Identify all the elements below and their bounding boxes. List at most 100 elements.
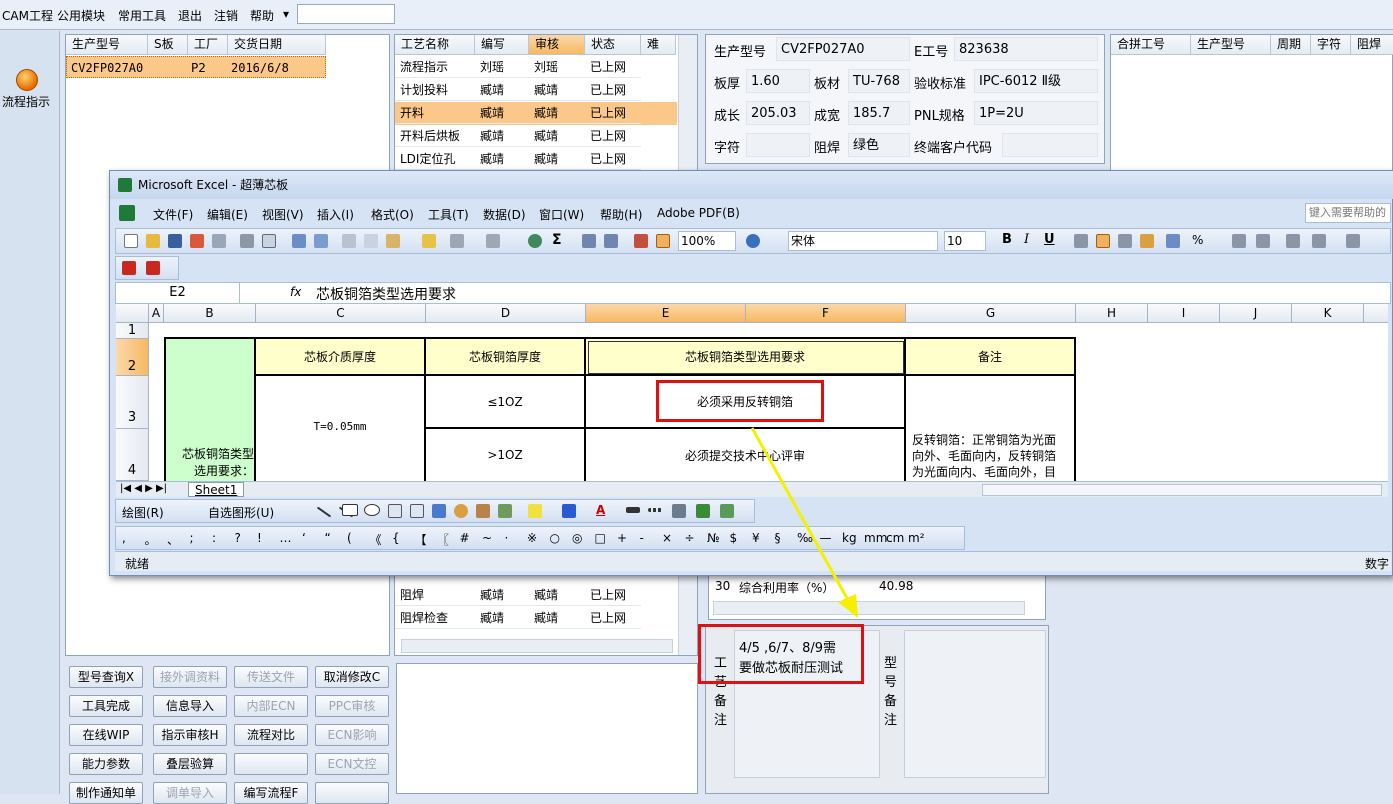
clipart-icon[interactable]: [476, 504, 490, 518]
symbol-button[interactable]: (: [347, 531, 352, 545]
char-field[interactable]: [746, 133, 810, 157]
symbol-button[interactable]: kg: [842, 531, 857, 545]
cell-c2[interactable]: 芯板介质厚度: [256, 339, 426, 376]
cell-c3[interactable]: T=0.05mm: [256, 376, 426, 481]
xl-menu-tools[interactable]: 工具(T): [428, 206, 469, 223]
e-field[interactable]: 823638: [954, 37, 1098, 61]
xl-menu-file[interactable]: 文件(F): [153, 206, 193, 223]
format-painter-icon[interactable]: [422, 234, 436, 248]
btn-ecn-impact[interactable]: ECN影响: [315, 724, 389, 746]
borders-icon[interactable]: [1346, 234, 1360, 248]
symbol-button[interactable]: 。: [145, 531, 157, 548]
symbol-button[interactable]: ¥: [752, 531, 760, 545]
xl-menu-format[interactable]: 格式(O): [371, 206, 414, 223]
cell-d3[interactable]: ≤1OZ: [426, 376, 586, 429]
symbol-button[interactable]: #: [460, 531, 470, 545]
symbol-button[interactable]: ;: [190, 531, 194, 545]
menu-public[interactable]: 公用模块: [57, 7, 105, 24]
symbol-button[interactable]: ◎: [572, 531, 582, 545]
draw-menu[interactable]: 绘图(R): [122, 504, 164, 521]
cell-d4[interactable]: >1OZ: [426, 429, 586, 481]
oval-icon[interactable]: [364, 504, 380, 516]
col-process[interactable]: 工艺名称: [395, 35, 475, 55]
symbol-button[interactable]: —: [820, 531, 832, 545]
permission-icon[interactable]: [190, 234, 204, 248]
sort-desc-icon[interactable]: [604, 234, 618, 248]
col-writer[interactable]: 编写: [475, 35, 529, 55]
col-factory[interactable]: 工厂: [188, 35, 228, 55]
col-model[interactable]: 生产型号: [66, 35, 148, 55]
currency-icon[interactable]: [1166, 234, 1180, 248]
xl-menu-view[interactable]: 视图(V): [262, 206, 304, 223]
col-h[interactable]: H: [1076, 304, 1148, 323]
symbol-button[interactable]: $: [730, 531, 738, 545]
col-merge-model[interactable]: 生产型号: [1191, 35, 1271, 55]
cell-d2[interactable]: 芯板铜箔厚度: [426, 339, 586, 376]
font-size-select[interactable]: 10: [944, 231, 986, 251]
symbol-button[interactable]: ·: [505, 531, 509, 545]
customer-field[interactable]: [1002, 133, 1098, 157]
symbol-button[interactable]: ?: [235, 531, 241, 545]
thickness-field[interactable]: 1.60: [746, 69, 810, 93]
open-icon[interactable]: [146, 234, 160, 248]
col-b[interactable]: B: [164, 304, 256, 323]
table-row[interactable]: 流程指示 刘瑶 刘瑶 已上网: [395, 56, 677, 79]
col-reviewer[interactable]: 审核: [529, 35, 585, 55]
mask-field[interactable]: 绿色: [848, 133, 910, 157]
pdf-convert-icon[interactable]: [122, 261, 136, 275]
bold-icon[interactable]: B: [1002, 232, 1012, 247]
pdf-email-icon[interactable]: [146, 261, 160, 275]
dash-style-icon[interactable]: [648, 508, 662, 512]
col-i[interactable]: I: [1148, 304, 1220, 323]
col-j[interactable]: J: [1220, 304, 1292, 323]
formula-input[interactable]: 芯板铜箔类型选用要求: [316, 284, 456, 304]
autosum-icon[interactable]: Σ: [552, 232, 562, 248]
excel-doc-icon[interactable]: [119, 205, 135, 221]
fill-color-icon[interactable]: [528, 504, 542, 518]
research-icon[interactable]: [314, 234, 328, 248]
table-row[interactable]: 开料 臧靖 臧靖 已上网: [395, 102, 677, 125]
btn-ecn-control[interactable]: ECN文控: [315, 753, 389, 775]
xl-help-search[interactable]: 键入需要帮助的: [1305, 203, 1391, 223]
symbol-button[interactable]: “: [325, 531, 331, 545]
diagram-icon[interactable]: [454, 504, 468, 518]
hyperlink-icon[interactable]: [528, 234, 542, 248]
symbol-button[interactable]: +: [617, 531, 627, 545]
symbol-button[interactable]: {: [392, 531, 400, 545]
new-icon[interactable]: [124, 234, 138, 248]
pnl-field[interactable]: 1P=2U: [974, 101, 1098, 125]
model-field[interactable]: CV2FP027A0: [776, 37, 910, 61]
symbol-button[interactable]: -: [640, 531, 644, 545]
preview-icon[interactable]: [262, 234, 276, 248]
btn-stackup-check[interactable]: 叠层验算: [153, 753, 227, 775]
chart-wizard-icon[interactable]: [634, 234, 648, 248]
col-merge-char[interactable]: 字符: [1311, 35, 1351, 55]
symbol-button[interactable]: cm: [886, 531, 904, 545]
textbox-icon[interactable]: [388, 504, 402, 518]
btn-external-data[interactable]: 接外调资料: [153, 666, 227, 688]
font-color-icon[interactable]: A: [596, 503, 605, 517]
btn-internal-ecn[interactable]: 内部ECN: [234, 695, 308, 717]
standard-field[interactable]: IPC-6012 Ⅱ级: [974, 69, 1098, 93]
btn-empty-2[interactable]: [315, 782, 389, 804]
vertical-textbox-icon[interactable]: [410, 504, 424, 518]
line-color-icon[interactable]: [562, 504, 576, 518]
col-merge-period[interactable]: 周期: [1271, 35, 1311, 55]
col-merge-mask[interactable]: 阻焊: [1351, 35, 1393, 55]
table-row[interactable]: 阻焊检查 臧靖 臧靖 已上网: [395, 607, 677, 630]
xl-menu-data[interactable]: 数据(D): [483, 206, 526, 223]
sort-asc-icon[interactable]: [582, 234, 596, 248]
table-row[interactable]: CV2FP027A0 P2 2016/6/8: [66, 56, 326, 78]
col-l[interactable]: [1364, 304, 1388, 323]
menu-help[interactable]: 帮助: [250, 7, 274, 24]
drawing-toggle-icon[interactable]: [656, 234, 670, 248]
cell-g2[interactable]: 备注: [906, 339, 1076, 376]
3d-icon[interactable]: [720, 504, 734, 518]
line-style-icon[interactable]: [626, 507, 640, 513]
menu-tools[interactable]: 常用工具: [118, 7, 166, 24]
xl-menu-help[interactable]: 帮助(H): [600, 206, 642, 223]
underline-icon[interactable]: U: [1044, 232, 1055, 247]
fx-icon[interactable]: fx: [290, 285, 301, 299]
indent-icon[interactable]: [1286, 234, 1300, 248]
col-g[interactable]: G: [906, 304, 1076, 323]
